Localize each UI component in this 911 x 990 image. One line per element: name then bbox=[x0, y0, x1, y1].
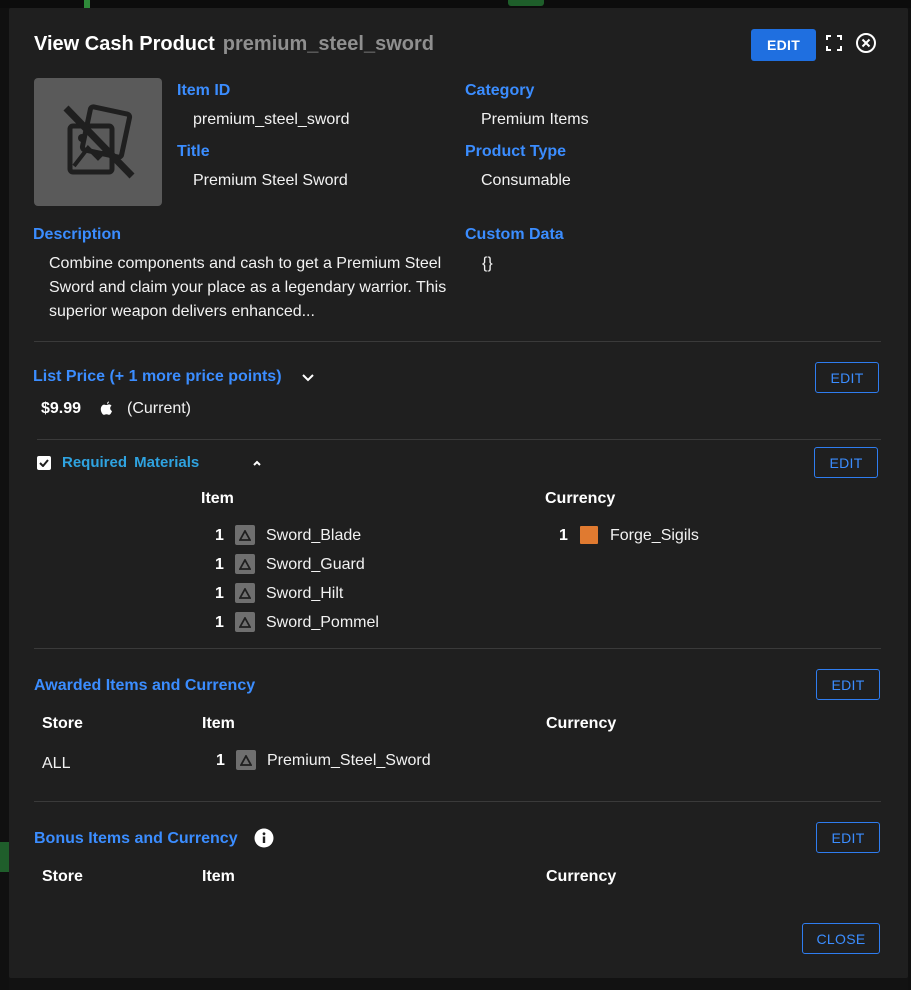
modal-header: View Cash Product premium_steel_sword bbox=[34, 33, 434, 56]
background-accent bbox=[84, 0, 90, 8]
divider bbox=[34, 801, 881, 802]
awarded-item-name: Premium_Steel_Sword bbox=[267, 752, 431, 769]
divider bbox=[34, 648, 881, 649]
material-triangle-icon bbox=[235, 612, 255, 632]
modal-item-slug: premium_steel_sword bbox=[222, 33, 434, 55]
awarded-item-header: Item bbox=[202, 715, 235, 732]
item-id-label: Item ID bbox=[177, 82, 231, 99]
material-name: Sword_Hilt bbox=[266, 585, 344, 602]
info-icon[interactable] bbox=[254, 828, 274, 848]
material-name: Sword_Pommel bbox=[266, 614, 379, 631]
bonus-edit-button[interactable]: EDIT bbox=[816, 822, 880, 853]
edit-button[interactable]: EDIT bbox=[751, 29, 816, 61]
material-triangle-icon bbox=[236, 750, 256, 770]
awarded-edit-button[interactable]: EDIT bbox=[816, 669, 880, 700]
custom-data-value: {} bbox=[482, 255, 493, 272]
required-materials-edit-button[interactable]: EDIT bbox=[814, 447, 878, 478]
bonus-currency-header: Currency bbox=[546, 868, 617, 885]
awarded-store-value: ALL bbox=[42, 755, 71, 772]
view-cash-product-modal: View Cash Product premium_steel_sword ED… bbox=[9, 8, 908, 978]
chevron-up-icon[interactable] bbox=[249, 456, 265, 470]
chevron-down-icon[interactable] bbox=[299, 369, 317, 387]
material-qty: 1 bbox=[215, 527, 224, 544]
divider bbox=[37, 439, 881, 440]
material-triangle-icon bbox=[235, 583, 255, 603]
material-triangle-icon bbox=[235, 554, 255, 574]
close-icon[interactable] bbox=[854, 31, 878, 55]
material-triangle-icon bbox=[235, 525, 255, 545]
product-type-label: Product Type bbox=[465, 143, 567, 160]
category-value: Premium Items bbox=[481, 111, 589, 128]
item-image-placeholder bbox=[34, 78, 162, 206]
bonus-label: Bonus Items and Currency bbox=[34, 830, 238, 847]
custom-data-label: Custom Data bbox=[465, 226, 564, 243]
material-qty: 1 bbox=[215, 585, 224, 602]
required-item-header: Item bbox=[201, 490, 234, 507]
description-text: Combine components and cash to get a Pre… bbox=[49, 255, 447, 320]
list-price-edit-button[interactable]: EDIT bbox=[815, 362, 879, 393]
awarded-item-qty: 1 bbox=[216, 752, 225, 769]
divider bbox=[34, 341, 881, 342]
currency-qty: 1 bbox=[559, 527, 568, 544]
background-accent bbox=[0, 842, 9, 872]
title-value: Premium Steel Sword bbox=[193, 172, 348, 189]
material-name: Sword_Blade bbox=[266, 527, 362, 544]
background-accent bbox=[508, 0, 544, 6]
title-label: Title bbox=[177, 143, 210, 160]
required-materials-label: Required Materials bbox=[62, 454, 200, 471]
required-currency-header: Currency bbox=[545, 490, 616, 507]
required-materials-checkbox[interactable] bbox=[37, 456, 51, 470]
background-app bbox=[0, 0, 911, 8]
awarded-label: Awarded Items and Currency bbox=[34, 677, 256, 694]
material-qty: 1 bbox=[215, 614, 224, 631]
material-name: Sword_Guard bbox=[266, 556, 365, 573]
price-amount: $9.99 bbox=[41, 400, 82, 417]
apple-icon bbox=[100, 401, 114, 417]
list-price-label[interactable]: List Price (+ 1 more price points) bbox=[33, 368, 282, 386]
modal-title: View Cash Product bbox=[34, 33, 215, 55]
category-label: Category bbox=[465, 82, 535, 99]
description-label: Description bbox=[33, 226, 122, 243]
bonus-item-header: Item bbox=[202, 868, 235, 885]
awarded-store-header: Store bbox=[42, 715, 83, 732]
fullscreen-icon[interactable] bbox=[824, 33, 844, 53]
close-button[interactable]: CLOSE bbox=[802, 923, 880, 954]
currency-name: Forge_Sigils bbox=[610, 527, 699, 544]
awarded-currency-header: Currency bbox=[546, 715, 617, 732]
currency-swatch-icon bbox=[580, 526, 598, 544]
bonus-store-header: Store bbox=[42, 868, 83, 885]
product-type-value: Consumable bbox=[481, 172, 571, 189]
material-qty: 1 bbox=[215, 556, 224, 573]
item-id-value: premium_steel_sword bbox=[193, 111, 350, 128]
price-status: (Current) bbox=[127, 400, 192, 417]
no-image-icon bbox=[63, 104, 135, 179]
